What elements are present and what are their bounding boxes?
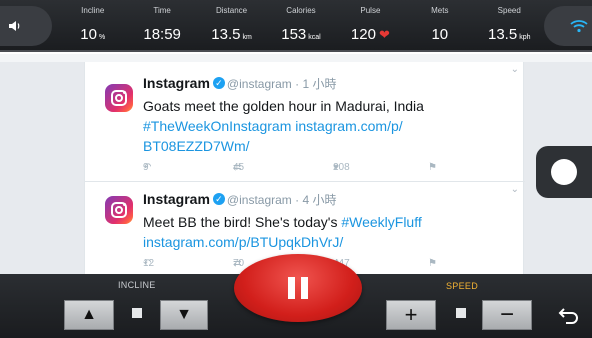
tweet-actions: ↶ 9 ⇄ 45 ♥ 208 ⚑	[143, 162, 437, 173]
dm-icon: ⚑	[428, 258, 437, 269]
stat-pulse: Pulse 120 ❤	[336, 0, 405, 52]
incline-up-button[interactable]: ▲	[64, 300, 114, 330]
stat-label: Pulse	[360, 6, 381, 15]
pause-button-wrap	[214, 248, 382, 338]
stat-calories: Calories 153 kcal	[266, 0, 335, 52]
verified-icon: ✓	[212, 77, 225, 90]
dm-icon: ⚑	[428, 162, 437, 173]
stat-value: 13.5 kph	[487, 26, 531, 43]
stat-value: 18:59	[143, 26, 181, 43]
tweet-body: Instagram ✓ @instagram · 1 小時 Goats meet t…	[143, 74, 513, 176]
stat-label: Mets	[431, 6, 449, 15]
wifi-icon	[570, 20, 588, 33]
tweet-link-cont[interactable]: BT08EZZD7Wm/	[143, 138, 250, 154]
incline-down-button[interactable]: ▼	[160, 300, 208, 330]
speed-indicator	[456, 308, 466, 318]
volume-button[interactable]	[0, 6, 52, 46]
twitter-feed[interactable]: Instagram ✓ @instagram · 1 小時 Goats meet t…	[84, 62, 525, 274]
chevron-down-icon[interactable]: ⌄	[511, 64, 519, 75]
stats-bar: Incline 10% Time 18:59 Distance 13.5 km C…	[0, 0, 592, 52]
speaker-icon	[9, 21, 20, 31]
tweet-header: Instagram ✓ @instagram · 4 小時	[143, 190, 513, 209]
stat-mets: Mets 10	[405, 0, 474, 52]
tweet[interactable]: Instagram ✓ @instagram · 1 小時 Goats meet t…	[85, 62, 525, 182]
home-button[interactable]	[536, 146, 592, 198]
instagram-icon[interactable]	[105, 84, 133, 112]
heart-icon: ❤	[378, 27, 390, 42]
stat-value: 10%	[80, 26, 106, 43]
chevron-down-icon[interactable]: ⌄	[511, 184, 519, 195]
stat-value: 120 ❤	[350, 26, 390, 43]
stat-label: Calories	[286, 6, 316, 15]
stat-speed: Speed 13.5 kph	[475, 0, 544, 52]
stat-distance: Distance 13.5 km	[197, 0, 266, 52]
speed-label: SPEED	[446, 281, 479, 291]
home-circle-icon	[551, 159, 577, 185]
incline-indicator	[132, 308, 142, 318]
tweet-text: Goats meet the golden hour in Madurai, I…	[143, 98, 424, 154]
instagram-icon[interactable]	[105, 196, 133, 224]
tweet-text: Meet BB the bird! She's today's #WeeklyF…	[143, 214, 422, 250]
pause-button[interactable]	[234, 254, 362, 322]
stat-incline: Incline 10%	[58, 0, 127, 52]
tweet-author[interactable]: Instagram	[143, 191, 210, 207]
stat-time: Time 18:59	[127, 0, 196, 52]
stat-label: Time	[153, 6, 171, 15]
stat-label: Distance	[215, 6, 248, 15]
incline-label: INCLINE	[118, 280, 156, 290]
stat-value: 153 kcal	[281, 26, 321, 43]
stat-label: Speed	[497, 6, 521, 15]
verified-icon: ✓	[212, 193, 225, 206]
speed-down-button[interactable]: −	[482, 300, 532, 330]
pause-icon	[285, 277, 311, 299]
feed-header-strip	[0, 54, 592, 62]
tweet-handle: @instagram · 1 小時	[226, 77, 337, 91]
wifi-button[interactable]	[544, 6, 592, 46]
stat-value: 13.5 km	[211, 26, 252, 43]
back-button[interactable]	[552, 300, 586, 330]
stat-label: Incline	[81, 6, 105, 15]
tweet-handle: @instagram · 4 小時	[226, 193, 337, 207]
tweet-link[interactable]: #TheWeekOnInstagram instagram.com/p/	[143, 118, 403, 134]
back-icon	[558, 308, 578, 324]
stat-value: 10	[431, 26, 449, 43]
speed-up-button[interactable]: +	[386, 300, 436, 330]
stats-row: Incline 10% Time 18:59 Distance 13.5 km C…	[58, 0, 544, 52]
tweet-header: Instagram ✓ @instagram · 1 小時	[143, 74, 513, 93]
tweet-author[interactable]: Instagram	[143, 75, 210, 91]
tweet-hashtag[interactable]: #WeeklyFluff	[341, 214, 421, 230]
